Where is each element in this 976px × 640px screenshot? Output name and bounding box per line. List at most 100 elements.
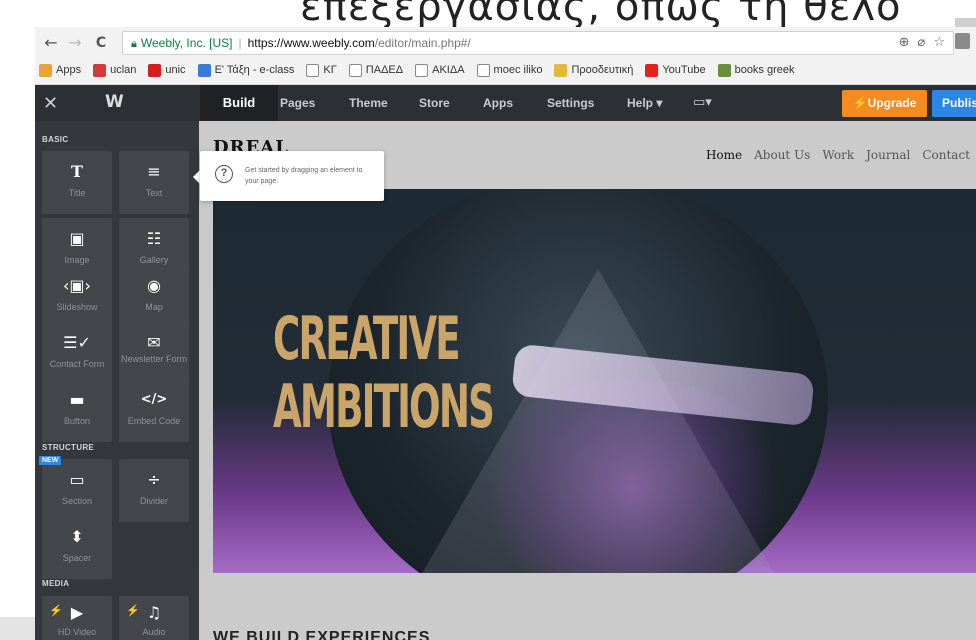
title-icon: T xyxy=(71,162,83,181)
element-label: Gallery xyxy=(139,255,169,265)
element-map[interactable]: ◉ Map xyxy=(119,265,189,328)
element-text[interactable]: ≡ Text xyxy=(119,151,189,214)
map-pin-icon: ◉ xyxy=(147,276,161,295)
tab-pages[interactable]: Pages xyxy=(280,85,315,121)
element-label: Embed Code xyxy=(127,416,181,426)
section-label-structure: STRUCTURE xyxy=(42,443,95,452)
device-preview-icon[interactable]: ▭▾ xyxy=(693,85,712,121)
forward-icon[interactable]: → xyxy=(65,33,85,53)
weebly-logo-icon[interactable]: W xyxy=(105,92,124,112)
uclan-icon xyxy=(93,63,107,77)
element-slideshow[interactable]: ‹▣› Slideshow xyxy=(42,265,112,328)
divider-icon: ÷ xyxy=(147,470,161,489)
editor-topbar: ✕ W Build Pages Theme Store Apps Setting… xyxy=(35,85,976,121)
slide-title: επεξεργασίας, όπως τη θέλο xyxy=(300,0,902,30)
publish-button[interactable]: Publish xyxy=(932,90,976,117)
zoom-icon[interactable]: ⊕ xyxy=(899,35,910,50)
tab-apps[interactable]: Apps xyxy=(483,85,513,121)
bookmark-item[interactable]: YouTube xyxy=(645,63,706,77)
text-icon: ≡ xyxy=(147,162,161,181)
tab-settings[interactable]: Settings xyxy=(547,85,594,121)
element-label: Contact Form xyxy=(49,359,105,369)
element-section[interactable]: ▭ Section xyxy=(42,459,112,522)
bookmark-item[interactable]: Apps xyxy=(39,63,82,77)
bookmark-item[interactable]: Ε' Τάξη - e-class xyxy=(197,63,295,77)
page-icon xyxy=(306,63,320,77)
element-contact-form[interactable]: ☰✓ Contact Form xyxy=(42,322,112,385)
site-nav-contact[interactable]: Contact xyxy=(922,148,970,162)
bookmark-label: unic xyxy=(165,64,186,76)
tab-help[interactable]: Help ▾ xyxy=(627,85,662,121)
key-icon[interactable]: ⌀ xyxy=(918,35,926,50)
slide-margin-bottom xyxy=(0,617,35,640)
site-nav-about[interactable]: About Us xyxy=(754,148,810,162)
books-icon xyxy=(717,63,731,77)
hero-heading-line1[interactable]: CREATIVE xyxy=(273,309,461,369)
extension-icon[interactable] xyxy=(955,33,970,49)
button-icon: ▬ xyxy=(69,390,85,409)
section-icon: ▭ xyxy=(69,470,85,489)
reload-icon[interactable]: C xyxy=(91,33,111,53)
apps-grid-icon xyxy=(39,63,52,77)
element-label: Image xyxy=(64,255,90,265)
hero-heading-line2[interactable]: AMBITIONS xyxy=(273,377,495,437)
contact-form-icon: ☰✓ xyxy=(63,333,91,352)
slideshow-icon: ‹▣› xyxy=(63,276,91,295)
question-icon: ? xyxy=(215,165,233,183)
element-newsletter-form[interactable]: ✉ Newsletter Form xyxy=(119,322,189,385)
bookmark-item[interactable]: books greek xyxy=(717,63,795,77)
bookmark-item[interactable]: uclan xyxy=(93,63,136,77)
slide-margin xyxy=(0,27,35,617)
proodeftiki-icon xyxy=(554,63,568,77)
address-bar[interactable]: 🔒︎ Weebly, Inc. [US] | https://www.weebly.c… xyxy=(122,31,954,55)
bookmark-item[interactable]: ΚΓ xyxy=(306,63,337,77)
element-hd-video[interactable]: ⚡ ▶ HD Video xyxy=(42,596,112,640)
bookmark-item[interactable]: moec iliko xyxy=(476,63,542,77)
element-label: Newsletter Form xyxy=(120,354,187,364)
site-navigation: Home About Us Work Journal Contact xyxy=(694,148,970,162)
star-icon[interactable]: ☆ xyxy=(933,35,945,50)
unic-icon xyxy=(148,63,162,77)
page-icon xyxy=(415,63,429,77)
bookmark-label: Προοδευτική xyxy=(571,64,634,76)
bookmark-label: ΚΓ xyxy=(323,64,337,76)
element-label: Slideshow xyxy=(56,302,98,312)
bookmark-label: Ε' Τάξη - e-class xyxy=(214,64,295,76)
site-nav-journal[interactable]: Journal xyxy=(866,148,910,162)
section-heading[interactable]: WE BUILD EXPERIENCES xyxy=(213,629,430,640)
tooltip-arrow xyxy=(193,170,200,184)
site-identity: Weebly, Inc. [US] xyxy=(140,36,233,50)
tab-build[interactable]: Build xyxy=(200,85,278,121)
bookmark-item[interactable]: Προοδευτική xyxy=(554,63,634,77)
tooltip-text: Get started by dragging an element to yo… xyxy=(245,167,363,185)
close-icon[interactable]: ✕ xyxy=(43,93,58,114)
element-label: Title xyxy=(68,188,86,198)
youtube-icon xyxy=(645,63,659,77)
element-label: Audio xyxy=(142,627,166,637)
hero-banner[interactable]: CREATIVE AMBITIONS xyxy=(213,189,976,573)
section-label-media: MEDIA xyxy=(42,579,70,588)
element-embed-code[interactable]: </> Embed Code xyxy=(119,379,189,442)
tab-theme[interactable]: Theme xyxy=(349,85,388,121)
url-path: /editor/main.php#/ xyxy=(374,36,471,50)
bookmark-item[interactable]: ΠΑΔΕΔ xyxy=(348,63,404,77)
video-icon: ▶ xyxy=(70,603,84,622)
bookmark-item[interactable]: ΑΚΙΔΑ xyxy=(415,63,465,77)
browser-chrome: ← → C 🔒︎ Weebly, Inc. [US] | https://www.we… xyxy=(35,27,976,85)
site-nav-work[interactable]: Work xyxy=(822,148,854,162)
element-audio[interactable]: ⚡ ♫ Audio xyxy=(119,596,189,640)
back-icon[interactable]: ← xyxy=(41,33,61,53)
envelope-icon: ✉ xyxy=(147,333,161,352)
element-label: Map xyxy=(145,302,163,312)
element-divider[interactable]: ÷ Divider xyxy=(119,459,189,522)
bookmark-item[interactable]: unic xyxy=(148,63,186,77)
site-nav-home[interactable]: Home xyxy=(706,148,742,162)
element-title[interactable]: T Title xyxy=(42,151,112,214)
element-button[interactable]: ▬ Button xyxy=(42,379,112,442)
tab-store[interactable]: Store xyxy=(419,85,450,121)
lock-icon: 🔒︎ xyxy=(131,38,137,50)
upgrade-button[interactable]: ⚡Upgrade xyxy=(842,90,927,117)
bookmark-label: Apps xyxy=(56,64,82,76)
bookmark-label: ΠΑΔΕΔ xyxy=(365,64,404,76)
element-spacer[interactable]: ⬍ Spacer xyxy=(42,516,112,579)
